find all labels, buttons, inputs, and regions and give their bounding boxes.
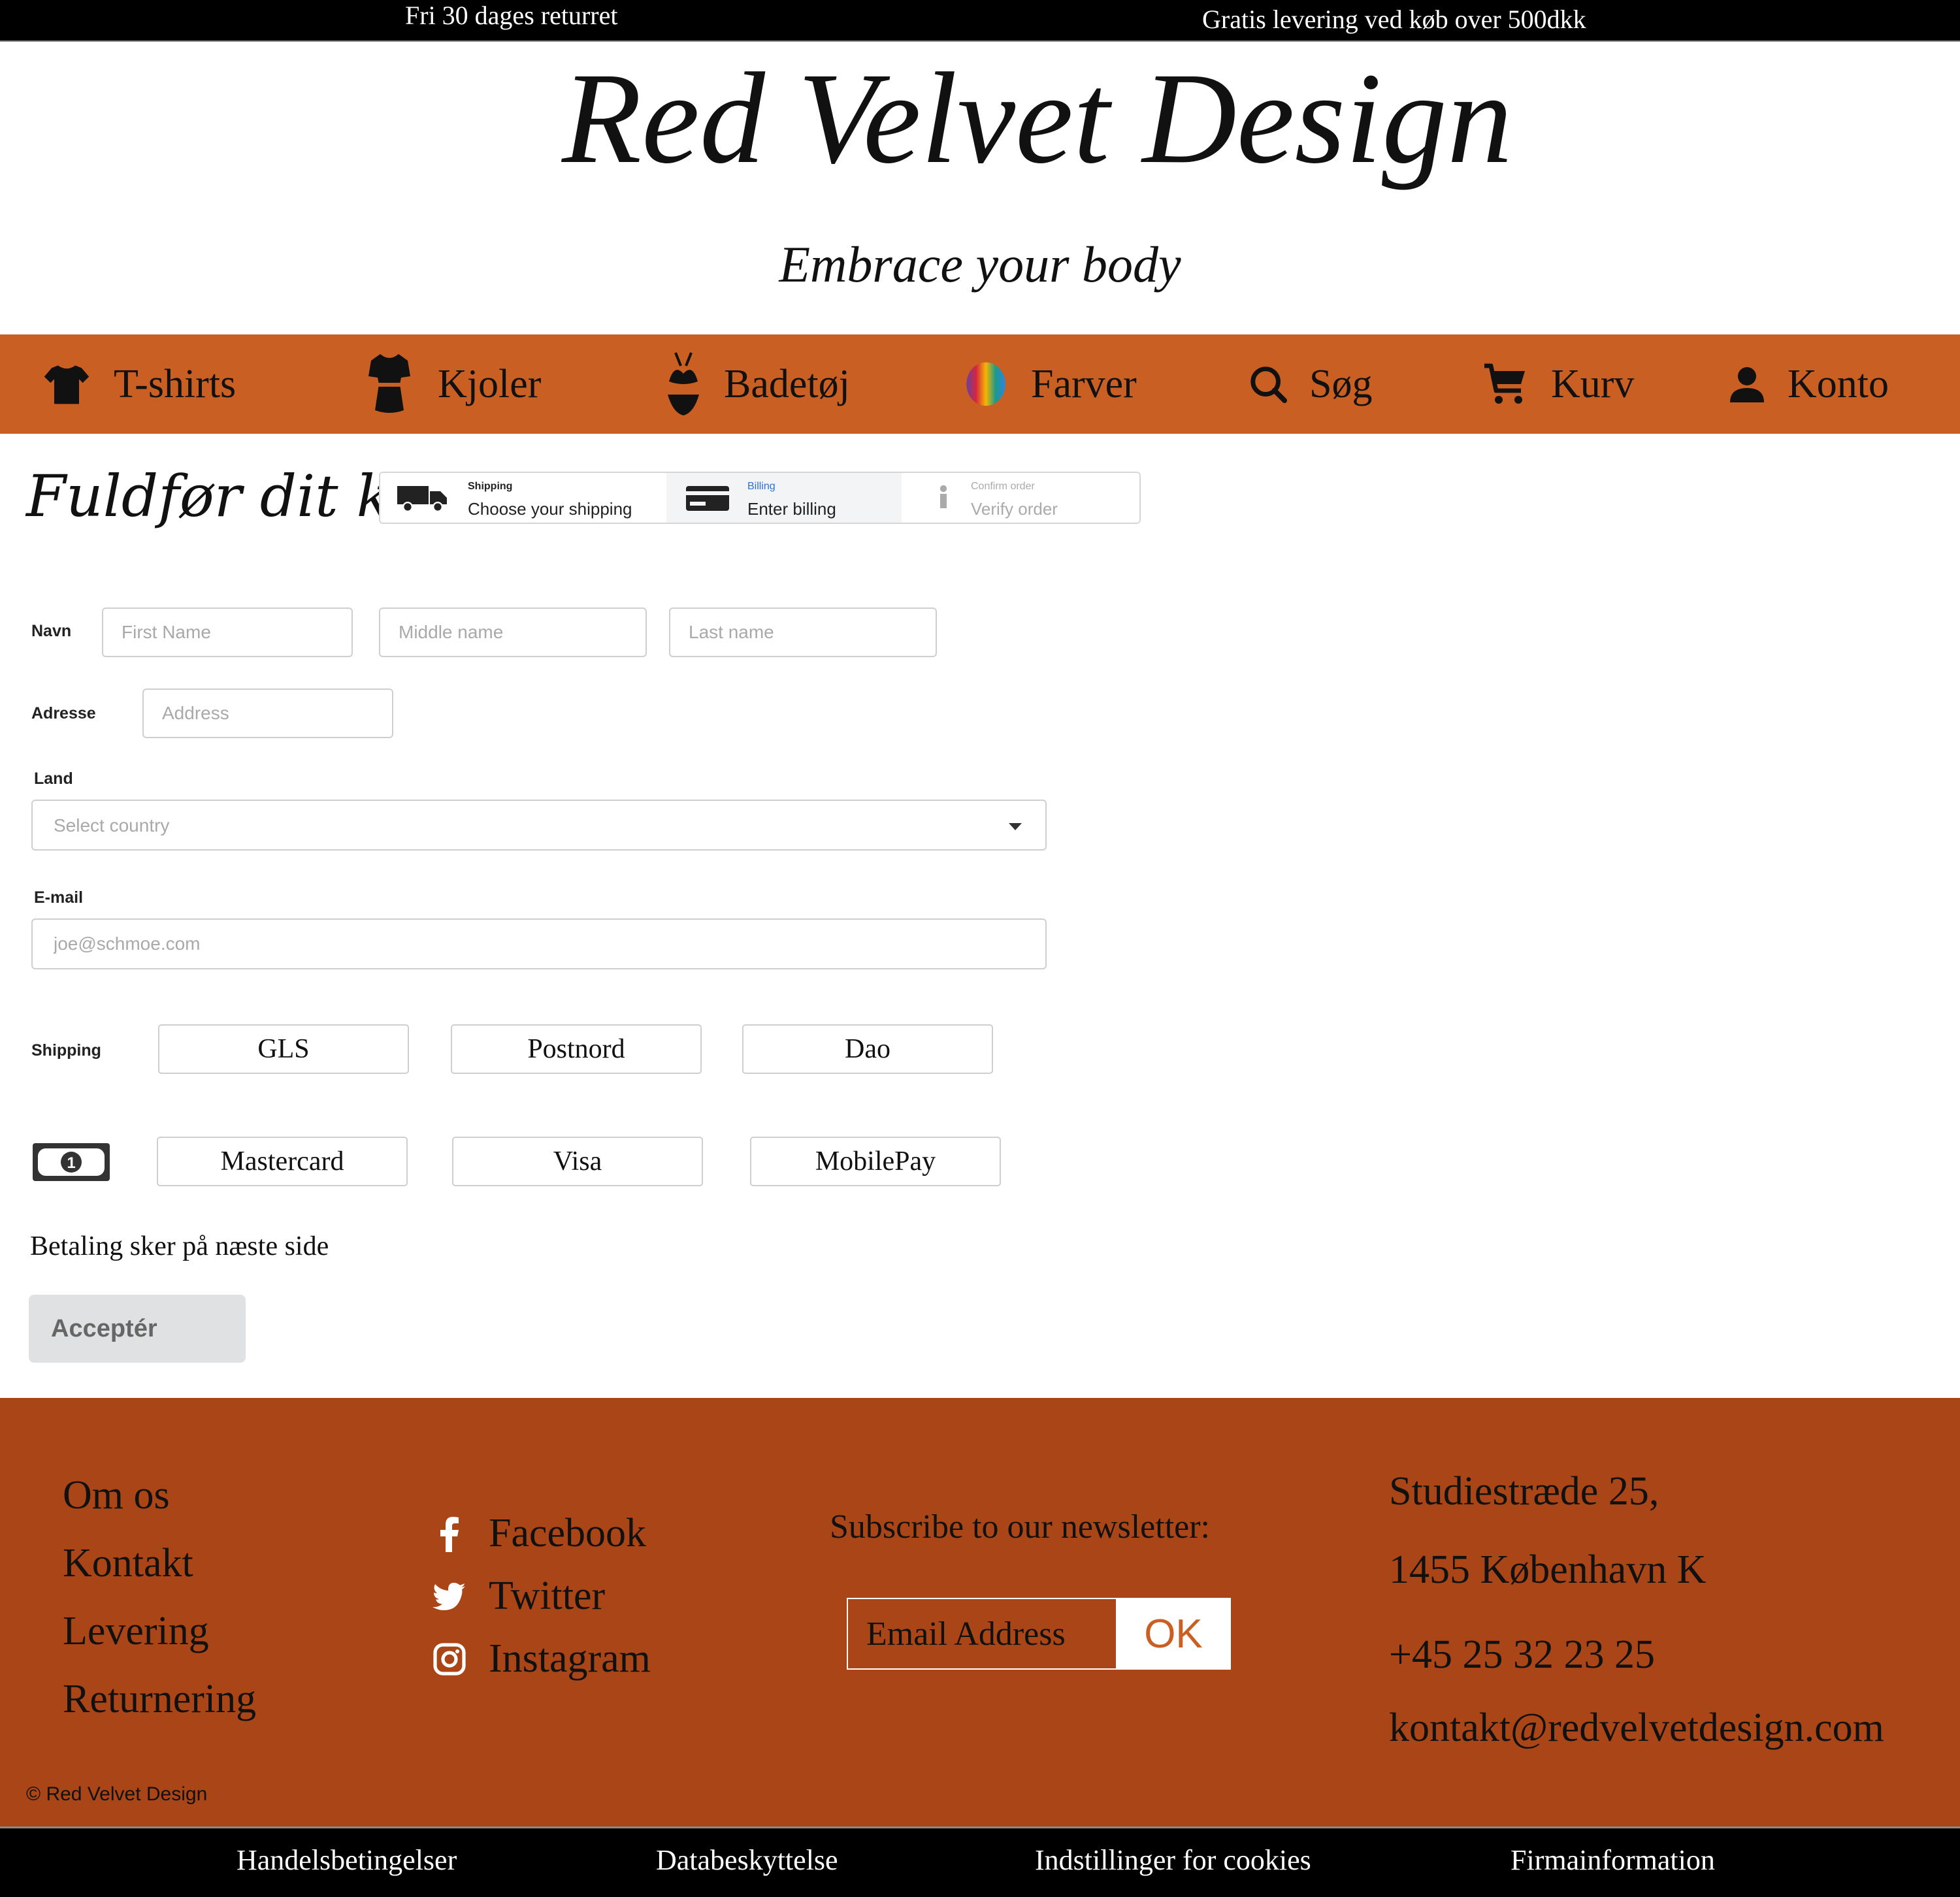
color-swatch-icon [966,362,1005,406]
money-bill-icon: 1 [33,1143,110,1181]
social-twitter[interactable]: Twitter [433,1573,605,1619]
facebook-label: Facebook [489,1511,647,1555]
step-shipping[interactable]: Shipping Choose your shipping [380,473,666,523]
footer-link-om-os[interactable]: Om os [63,1472,170,1519]
nav-label-tshirts: T-shirts [114,361,237,406]
shipping-option-postnord[interactable]: Postnord [451,1024,702,1074]
nav-item-badetoj[interactable]: Badetøj [665,334,850,434]
checkout-steps: Shipping Choose your shipping Billing En… [379,472,1141,524]
step-billing[interactable]: Billing Enter billing [666,473,902,523]
step-confirm-big: Verify order [971,499,1058,519]
chevron-down-icon [1009,823,1022,830]
copyright: © Red Velvet Design [26,1783,208,1805]
credit-card-icon [686,486,729,511]
footer-link-kontakt[interactable]: Kontakt [63,1540,193,1587]
instagram-label: Instagram [489,1636,651,1681]
bottom-link-firmainformation[interactable]: Firmainformation [1511,1843,1715,1877]
newsletter-email-field[interactable] [847,1598,1117,1670]
nav-item-sog[interactable]: Søg [1249,334,1372,434]
twitter-icon [433,1582,465,1610]
account-icon [1730,367,1764,402]
step-billing-big: Enter billing [747,499,836,519]
nav-item-tshirts[interactable]: T-shirts [42,334,236,434]
nav-label-sog: Søg [1309,361,1373,406]
payment-option-mobilepay[interactable]: MobilePay [750,1137,1001,1186]
step-confirm: Confirm order Verify order [902,473,1139,523]
top-bar-divider [0,41,1960,42]
newsletter-title: Subscribe to our newsletter: [830,1508,1210,1546]
nav-label-kurv: Kurv [1551,361,1635,406]
address-label: Adresse [31,704,96,722]
twitter-label: Twitter [489,1574,606,1618]
free-delivery-notice: Gratis levering ved køb over 500dkk [1202,5,1586,34]
payment-option-visa[interactable]: Visa [452,1137,703,1186]
nav-item-kjoler[interactable]: Kjoler [363,334,541,434]
accept-button[interactable]: Acceptér [29,1295,246,1363]
footer-phone[interactable]: +45 25 32 23 25 [1389,1632,1655,1678]
truck-icon [397,486,447,512]
nav-item-kurv[interactable]: Kurv [1482,334,1634,434]
nav-label-farver: Farver [1031,361,1137,406]
footer-link-levering[interactable]: Levering [63,1608,209,1655]
footer-address-line1: Studiestræde 25, [1389,1469,1659,1514]
last-name-field[interactable] [669,608,937,657]
nav-label-konto: Konto [1788,361,1889,406]
step-shipping-big: Choose your shipping [468,499,632,519]
country-select[interactable]: Select country [31,800,1047,851]
first-name-field[interactable] [102,608,353,657]
footer-address-line2: 1455 København K [1389,1548,1707,1592]
svg-text:1: 1 [67,1154,75,1172]
info-icon [939,485,947,508]
bottom-bar-divider [0,1826,1960,1828]
search-icon [1250,366,1287,403]
bottom-link-handelsbetingelser[interactable]: Handelsbetingelser [237,1843,457,1877]
nav-item-farver[interactable]: Farver [963,334,1137,434]
top-announcement-bar: Fri 30 dages returret Gratis levering ve… [0,0,1960,42]
address-field[interactable] [142,689,393,738]
facebook-icon [440,1516,459,1552]
footer-link-returnering[interactable]: Returnering [63,1676,256,1723]
nav-item-konto[interactable]: Konto [1729,334,1889,434]
email-field[interactable] [31,918,1047,969]
shipping-option-gls[interactable]: GLS [158,1024,409,1074]
bottom-link-cookies[interactable]: Indstillinger for cookies [1035,1843,1311,1877]
social-facebook[interactable]: Facebook [433,1510,646,1557]
shipping-label: Shipping [31,1041,101,1060]
payment-note: Betaling sker på næste side [30,1231,329,1261]
logo-tagline: Embrace your body [779,236,1181,293]
step-shipping-small: Shipping [468,481,513,492]
shipping-option-dao[interactable]: Dao [742,1024,993,1074]
returns-notice: Fri 30 dages returret [405,1,618,30]
name-label: Navn [31,622,72,640]
nav-label-badetoj: Badetøj [724,361,850,406]
bikini-icon [668,352,699,415]
social-instagram[interactable]: Instagram [433,1636,651,1682]
country-select-value: Select country [54,815,170,835]
nav-label-kjoler: Kjoler [438,361,542,406]
cart-icon [1484,363,1525,404]
payment-option-mastercard[interactable]: Mastercard [157,1137,408,1186]
email-label: E-mail [34,888,84,907]
middle-name-field[interactable] [379,608,647,657]
bottom-link-databeskyttelse[interactable]: Databeskyttelse [656,1843,838,1877]
instagram-icon [433,1642,466,1676]
step-confirm-small: Confirm order [971,481,1035,492]
logo-title[interactable]: Red Velvet Design [562,54,1512,184]
country-label: Land [34,770,73,788]
step-billing-small: Billing [747,481,776,492]
footer-email[interactable]: kontakt@redvelvetdesign.com [1389,1705,1884,1751]
tshirt-icon [44,365,90,404]
main-nav: T-shirts Kjoler Badetøj Farver Søg Kurv … [0,334,1960,434]
dress-icon [368,354,410,413]
newsletter-submit-button[interactable]: OK [1116,1598,1231,1670]
